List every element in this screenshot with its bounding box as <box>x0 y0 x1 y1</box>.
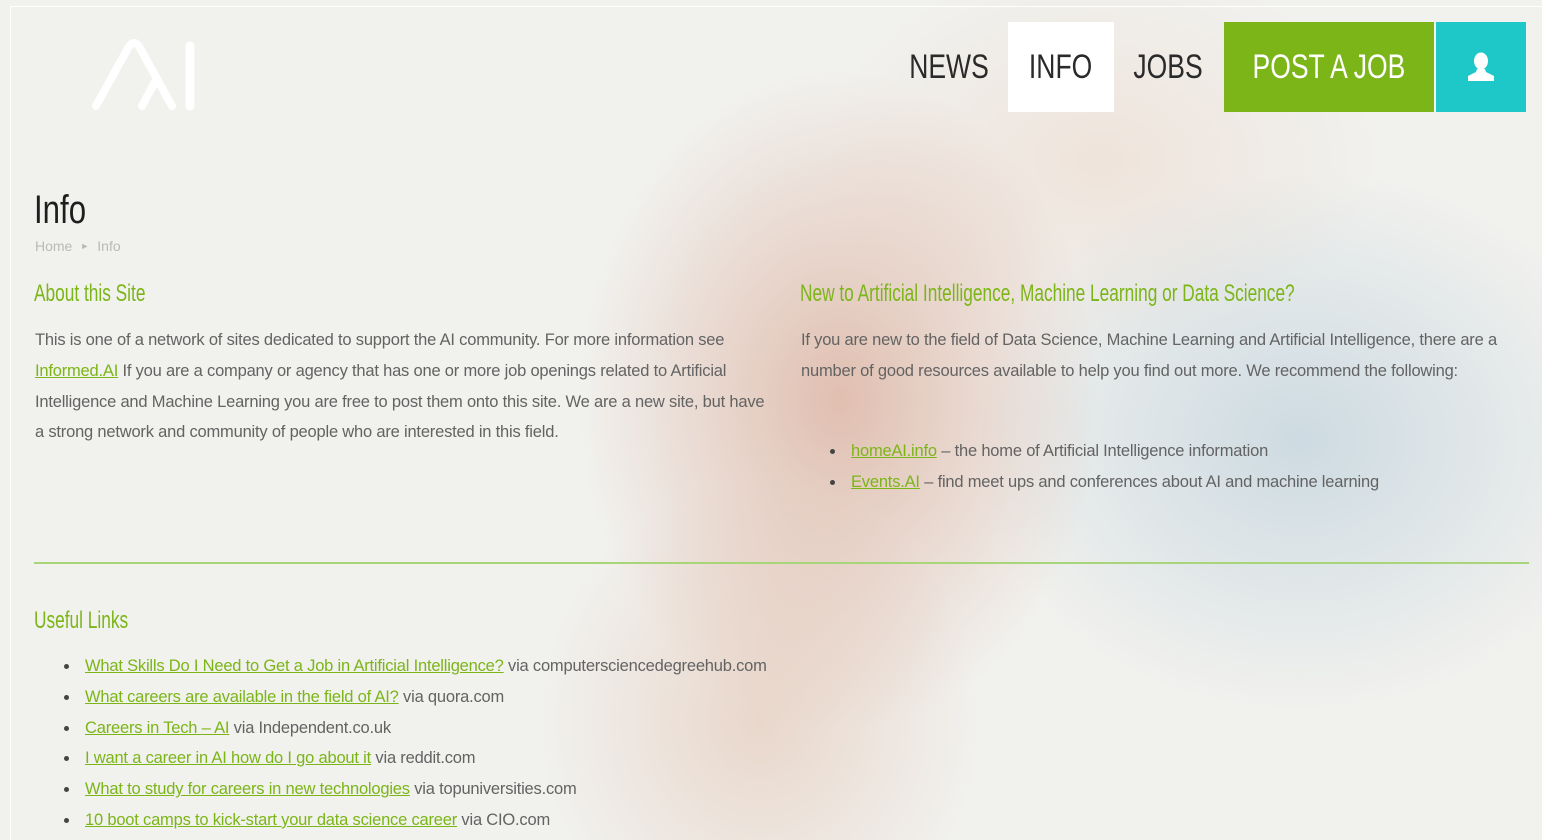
useful-link[interactable]: Careers in Tech – AI <box>85 719 229 737</box>
page-title: Info <box>34 188 87 232</box>
informed-ai-link[interactable]: Informed.AI <box>35 362 118 380</box>
useful-link[interactable]: 10 boot camps to kick-start your data sc… <box>85 811 457 829</box>
about-text: This is one of a network of sites dedica… <box>35 325 770 448</box>
useful-link[interactable]: What careers are available in the field … <box>85 688 399 706</box>
about-heading: About this Site <box>34 280 146 307</box>
about-text-part-2: If you are a company or agency that has … <box>35 361 765 442</box>
nav-jobs-link[interactable]: JOBS <box>1126 22 1210 112</box>
useful-link-source: via CIO.com <box>461 810 550 829</box>
new-to-ai-text: If you are new to the field of Data Scie… <box>801 331 1497 380</box>
user-icon <box>1468 52 1494 81</box>
new-to-ai-heading: New to Artificial Intelligence, Machine … <box>800 280 1295 307</box>
resource-list-item: homeAI.info – the home of Artificial Int… <box>830 436 1530 467</box>
post-a-job-label: POST A JOB <box>1252 47 1406 86</box>
useful-link-source: via quora.com <box>403 687 505 706</box>
useful-link-item: 10 boot camps to kick-start your data sc… <box>64 805 964 836</box>
about-text-part-1: This is one of a network of sites dedica… <box>35 331 725 349</box>
useful-link-source: via reddit.com <box>375 749 476 768</box>
page-content: NEWS INFO JOBS POST A JOB Info Home ► In… <box>0 0 1542 840</box>
useful-links-list: What Skills Do I Need to Get a Job in Ar… <box>64 651 964 836</box>
breadcrumb-home-link[interactable]: Home <box>35 238 72 254</box>
useful-link-item: What to study for careers in new technol… <box>64 774 964 805</box>
useful-link-source: via topuniversities.com <box>414 780 577 799</box>
site-logo[interactable] <box>90 38 210 113</box>
useful-link-source: via Independent.co.uk <box>233 718 391 737</box>
user-account-button[interactable] <box>1436 22 1526 112</box>
resource-list: homeAI.info – the home of Artificial Int… <box>830 436 1530 498</box>
useful-link[interactable]: What Skills Do I Need to Get a Job in Ar… <box>85 657 504 675</box>
main-nav: NEWS INFO JOBS POST A JOB <box>890 22 1526 112</box>
homeai-info-link[interactable]: homeAI.info <box>851 442 937 460</box>
useful-link-item: What careers are available in the field … <box>64 682 964 713</box>
nav-news-link[interactable]: NEWS <box>903 22 995 112</box>
useful-link[interactable]: What to study for careers in new technol… <box>85 780 410 798</box>
breadcrumb-separator: ► <box>80 241 90 251</box>
useful-link[interactable]: I want a career in AI how do I go about … <box>85 749 371 767</box>
post-a-job-button[interactable]: POST A JOB <box>1224 22 1434 112</box>
useful-links-heading: Useful Links <box>34 607 129 634</box>
breadcrumb-current: Info <box>97 238 121 254</box>
resource-description: – find meet ups and conferences about AI… <box>924 472 1379 491</box>
resource-description: – the home of Artificial Intelligence in… <box>941 442 1269 460</box>
section-divider <box>34 562 1529 564</box>
nav-info-label: INFO <box>1029 47 1093 86</box>
useful-link-item: What Skills Do I Need to Get a Job in Ar… <box>64 651 964 682</box>
events-ai-link[interactable]: Events.AI <box>851 473 920 491</box>
ai-logo-icon <box>92 39 195 111</box>
nav-info-link[interactable]: INFO <box>1008 22 1114 112</box>
breadcrumb: Home ► Info <box>35 238 121 254</box>
useful-link-item: I want a career in AI how do I go about … <box>64 743 964 774</box>
useful-link-item: Careers in Tech – AI via Independent.co.… <box>64 713 964 744</box>
resource-list-item: Events.AI – find meet ups and conference… <box>830 467 1530 498</box>
useful-link-source: via computersciencedegreehub.com <box>508 657 767 675</box>
